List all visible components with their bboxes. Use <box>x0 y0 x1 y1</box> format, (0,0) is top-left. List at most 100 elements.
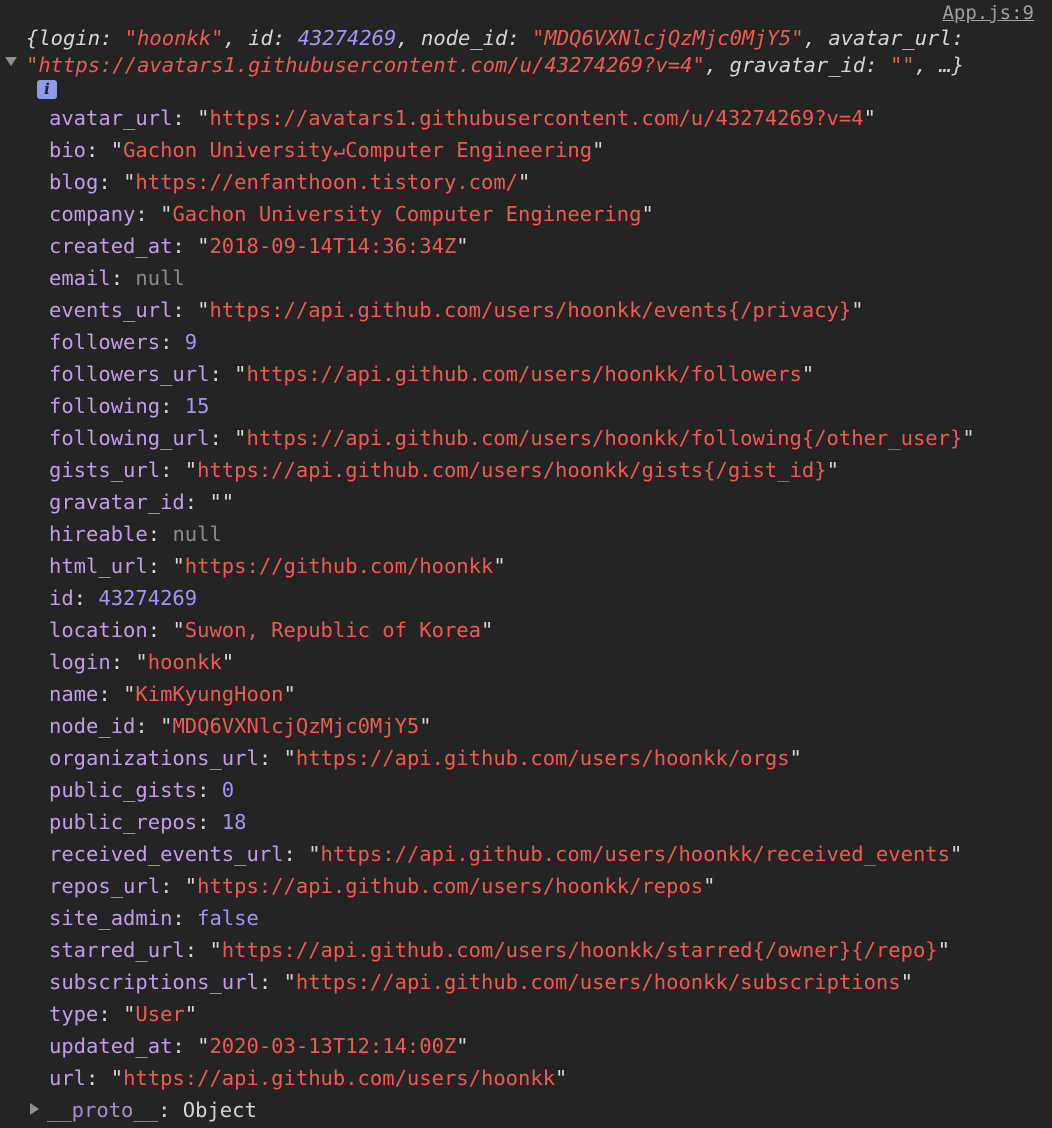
property-row-followers[interactable]: followers: 9 <box>49 326 975 358</box>
property-value: https://api.github.com/users/hoonkk/rece… <box>320 842 950 866</box>
preview-token: , <box>704 53 730 77</box>
property-value: https://avatars1.githubusercontent.com/u… <box>209 106 864 130</box>
property-row-gravatar-id[interactable]: gravatar_id: "" <box>49 486 975 518</box>
property-value: 0 <box>221 778 235 802</box>
property-list: avatar_url: "https://avatars1.githubuser… <box>49 102 975 1094</box>
property-key: public_repos <box>49 810 198 834</box>
property-value: https://enfanthoon.tistory.com/ <box>135 170 519 194</box>
property-value: https://api.github.com/users/hoonkk/subs… <box>295 970 901 994</box>
property-row-bio[interactable]: bio: "Gachon University↵Computer Enginee… <box>49 134 975 166</box>
property-row-events-url[interactable]: events_url: "https://api.github.com/user… <box>49 294 975 326</box>
property-key: bio <box>49 138 87 162</box>
property-key: following <box>49 394 161 418</box>
preview-token: , <box>223 26 249 50</box>
property-key: organizations_url <box>49 746 259 770</box>
property-row-updated-at[interactable]: updated_at: "2020-03-13T12:14:00Z" <box>49 1030 975 1062</box>
preview-token: , …} <box>914 53 965 77</box>
property-row-html-url[interactable]: html_url: "https://github.com/hoonkk" <box>49 550 975 582</box>
property-row-node-id[interactable]: node_id: "MDQ6VXNlcjQzMjc0MjY5" <box>49 710 975 742</box>
property-key: following_url <box>49 426 210 450</box>
property-row-received-events-url[interactable]: received_events_url: "https://api.github… <box>49 838 975 870</box>
info-icon[interactable]: i <box>37 80 57 99</box>
property-key: id <box>49 586 74 610</box>
property-row-location[interactable]: location: "Suwon, Republic of Korea" <box>49 614 975 646</box>
property-key: public_gists <box>49 778 198 802</box>
property-value: Suwon, Republic of Korea <box>184 618 481 642</box>
object-preview-line-2: "https://avatars1.githubusercontent.com/… <box>26 52 1046 79</box>
property-key: company <box>49 202 136 226</box>
property-row-created-at[interactable]: created_at: "2018-09-14T14:36:34Z" <box>49 230 975 262</box>
proto-value: Object <box>182 1098 257 1122</box>
property-row-organizations-url[interactable]: organizations_url: "https://api.github.c… <box>49 742 975 774</box>
property-row-type[interactable]: type: "User" <box>49 998 975 1030</box>
property-row-repos-url[interactable]: repos_url: "https://api.github.com/users… <box>49 870 975 902</box>
property-row-starred-url[interactable]: starred_url: "https://api.github.com/use… <box>49 934 975 966</box>
property-key: type <box>49 1002 99 1026</box>
property-row-followers-url[interactable]: followers_url: "https://api.github.com/u… <box>49 358 975 390</box>
preview-token: avatar_url <box>828 26 952 50</box>
property-row-public-repos[interactable]: public_repos: 18 <box>49 806 975 838</box>
property-row-url[interactable]: url: "https://api.github.com/users/hoonk… <box>49 1062 975 1094</box>
proto-row[interactable]: __proto__: Object <box>30 1094 257 1126</box>
property-row-subscriptions-url[interactable]: subscriptions_url: "https://api.github.c… <box>49 966 975 998</box>
proto-key: __proto__ <box>47 1098 159 1122</box>
preview-token: "hoonkk" <box>124 26 224 50</box>
source-location-link[interactable]: App.js:9 <box>942 2 1034 24</box>
property-row-hireable[interactable]: hireable: null <box>49 518 975 550</box>
property-row-company[interactable]: company: "Gachon University Computer Eng… <box>49 198 975 230</box>
property-value: hoonkk <box>147 650 222 674</box>
property-key: gists_url <box>49 458 161 482</box>
property-key: hireable <box>49 522 148 546</box>
property-key: html_url <box>49 554 148 578</box>
property-row-site-admin[interactable]: site_admin: false <box>49 902 975 934</box>
property-value: 18 <box>221 810 247 834</box>
property-value: 2020-03-13T12:14:00Z <box>209 1034 457 1058</box>
property-value: null <box>172 522 222 546</box>
property-key: received_events_url <box>49 842 284 866</box>
property-row-following-url[interactable]: following_url: "https://api.github.com/u… <box>49 422 975 454</box>
preview-token: login <box>38 26 101 50</box>
property-row-public-gists[interactable]: public_gists: 0 <box>49 774 975 806</box>
property-key: created_at <box>49 234 173 258</box>
property-value: User <box>135 1002 185 1026</box>
preview-token: "" <box>889 53 915 77</box>
property-row-name[interactable]: name: "KimKyungHoon" <box>49 678 975 710</box>
property-key: gravatar_id <box>49 490 185 514</box>
property-row-blog[interactable]: blog: "https://enfanthoon.tistory.com/" <box>49 166 975 198</box>
preview-token: : <box>100 26 125 50</box>
property-value: 9 <box>184 330 198 354</box>
object-preview-line-1: {login: "hoonkk", id: 43274269, node_id:… <box>26 25 1046 52</box>
property-key: site_admin <box>49 906 173 930</box>
preview-token: "MDQ6VXNlcjQzMjc0MjY5" <box>532 26 804 50</box>
property-row-following[interactable]: following: 15 <box>49 390 975 422</box>
property-key: repos_url <box>49 874 161 898</box>
property-value: https://api.github.com/users/hoonkk/star… <box>221 938 938 962</box>
property-value: https://api.github.com/users/hoonkk/foll… <box>246 426 963 450</box>
property-key: node_id <box>49 714 136 738</box>
preview-token: , <box>396 26 421 50</box>
property-key: name <box>49 682 99 706</box>
property-key: followers_url <box>49 362 210 386</box>
property-key: blog <box>49 170 99 194</box>
property-value: 15 <box>184 394 210 418</box>
property-row-id[interactable]: id: 43274269 <box>49 582 975 614</box>
property-value: null <box>135 266 185 290</box>
property-value: Gachon University Computer Engineering <box>172 202 642 226</box>
property-row-email[interactable]: email: null <box>49 262 975 294</box>
property-row-gists-url[interactable]: gists_url: "https://api.github.com/users… <box>49 454 975 486</box>
property-value: false <box>197 906 259 930</box>
property-key: login <box>49 650 111 674</box>
property-row-avatar-url[interactable]: avatar_url: "https://avatars1.githubuser… <box>49 102 975 134</box>
object-preview[interactable]: {login: "hoonkk", id: 43274269, node_id:… <box>26 25 1046 79</box>
property-row-login[interactable]: login: "hoonkk" <box>49 646 975 678</box>
property-key: location <box>49 618 148 642</box>
property-key: starred_url <box>49 938 185 962</box>
preview-token: 43274269 <box>297 26 397 50</box>
preview-token: , <box>803 26 829 50</box>
preview-token: "https://avatars1.githubusercontent.com/… <box>26 53 705 77</box>
expand-proto-arrow-icon[interactable] <box>30 1103 39 1115</box>
property-value: Gachon University↵Computer Engineering <box>123 138 593 162</box>
preview-token: : <box>507 26 533 50</box>
property-value: KimKyungHoon <box>135 682 284 706</box>
expand-object-arrow-icon[interactable] <box>5 57 17 66</box>
